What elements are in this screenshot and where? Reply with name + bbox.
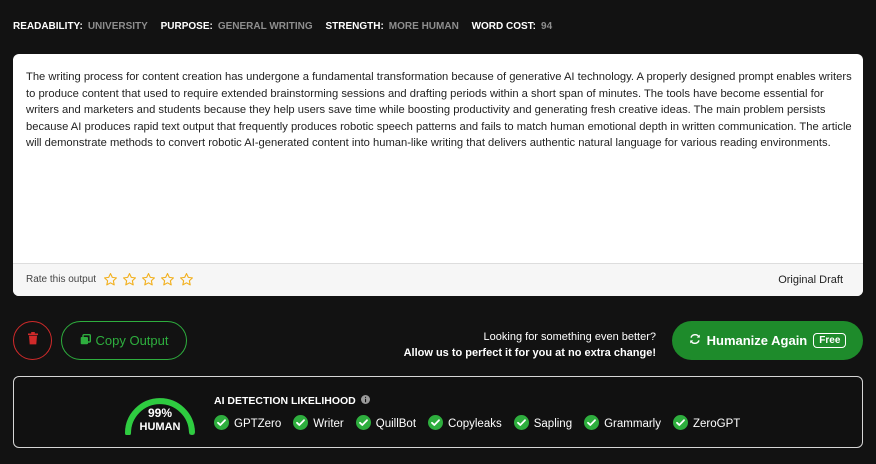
detector-name: Copyleaks xyxy=(448,418,502,430)
ai-detection-panel: 99% HUMAN AI DETECTION LIKELIHOOD GPTZer… xyxy=(13,376,863,448)
settings-bar: READABILITY: UNIVERSITY PURPOSE: GENERAL W… xyxy=(13,21,562,32)
readability-value: UNIVERSITY xyxy=(87,21,148,32)
output-footer: Rate this output Original Draft xyxy=(13,263,863,296)
copy-output-label: Copy Output xyxy=(95,333,169,348)
check-circle-icon xyxy=(672,415,688,433)
upsell-line-1: Looking for something even better? xyxy=(483,331,656,343)
check-circle-icon xyxy=(513,415,529,433)
check-circle-icon xyxy=(428,415,444,433)
human-score-gauge: 99% HUMAN xyxy=(120,391,200,451)
word-cost-key: WORD COST: xyxy=(471,21,537,32)
draft-label: Original Draft xyxy=(778,274,843,286)
star-icon[interactable] xyxy=(103,272,118,292)
check-circle-icon xyxy=(293,415,309,433)
detection-title-text: AI DETECTION LIKELIHOOD xyxy=(214,395,356,407)
check-circle-icon xyxy=(355,415,371,433)
detector-item: QuillBot xyxy=(355,415,417,433)
check-circle-icon xyxy=(584,415,600,433)
humanize-label: Humanize Again xyxy=(706,333,808,348)
detector-name: Writer xyxy=(313,418,344,430)
detector-list: GPTZero Writer QuillBot Copyleaks Sapling Gra… xyxy=(214,415,740,433)
trash-icon xyxy=(27,331,39,350)
output-text[interactable]: The writing process for content creation… xyxy=(26,69,852,152)
copy-output-button[interactable]: Copy Output xyxy=(61,321,187,360)
strength-key: STRENGTH: xyxy=(325,21,384,32)
detection-title: AI DETECTION LIKELIHOOD xyxy=(214,395,370,407)
purpose-value: GENERAL WRITING xyxy=(217,21,313,32)
detector-item: Writer xyxy=(293,415,344,433)
detector-name: Grammarly xyxy=(604,418,661,430)
delete-button[interactable] xyxy=(13,321,52,360)
star-icon[interactable] xyxy=(122,272,137,292)
star-icon[interactable] xyxy=(179,272,194,292)
detector-name: Sapling xyxy=(533,418,573,430)
word-cost-value: 94 xyxy=(541,21,553,32)
human-score-label: HUMAN xyxy=(139,421,181,433)
upsell-text: Looking for something even better? Allow… xyxy=(404,329,656,361)
detector-item: ZeroGPT xyxy=(672,415,741,433)
detector-item: Copyleaks xyxy=(428,415,502,433)
info-icon[interactable] xyxy=(360,395,370,407)
strength-value: MORE HUMAN xyxy=(388,21,459,32)
free-badge: Free xyxy=(813,333,847,348)
upsell-line-2: Allow us to perfect it for you at no ext… xyxy=(403,347,656,359)
humanize-again-button[interactable]: Humanize Again Free xyxy=(672,321,863,360)
readability-key: READABILITY: xyxy=(13,21,83,32)
star-icon[interactable] xyxy=(141,272,156,292)
detector-name: ZeroGPT xyxy=(692,418,741,430)
purpose-key: PURPOSE: xyxy=(160,21,213,32)
check-circle-icon xyxy=(214,415,229,433)
star-rating[interactable] xyxy=(103,272,194,292)
refresh-icon xyxy=(689,333,701,348)
copy-icon xyxy=(80,333,91,348)
detector-item: Grammarly xyxy=(584,415,661,433)
rate-label: Rate this output xyxy=(26,274,97,285)
human-score-value: 99% xyxy=(147,406,173,420)
detector-name: QuillBot xyxy=(375,418,417,430)
star-icon[interactable] xyxy=(160,272,175,292)
detector-item: Sapling xyxy=(513,415,573,433)
detector-name: GPTZero xyxy=(234,418,282,430)
detector-item: GPTZero xyxy=(214,415,281,433)
output-card: The writing process for content creation… xyxy=(13,54,863,296)
